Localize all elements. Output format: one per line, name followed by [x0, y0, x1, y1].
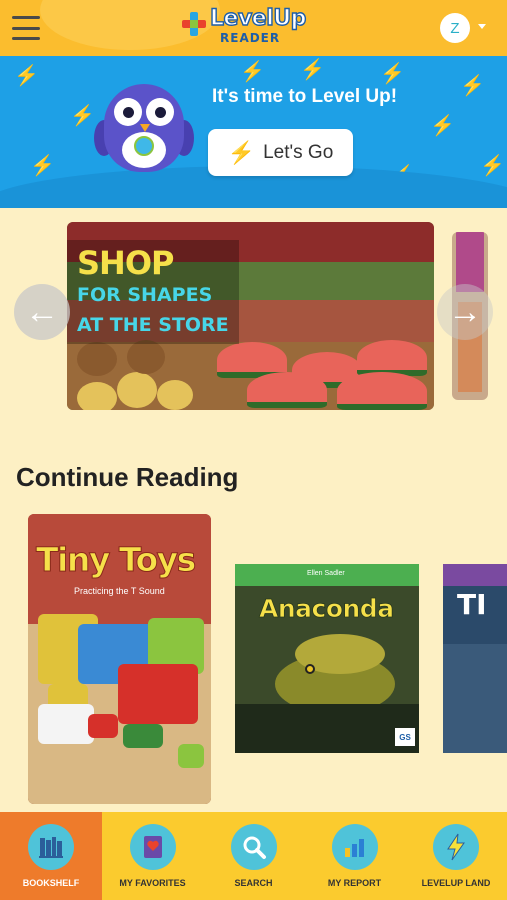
book-author: Ellen Sadler — [307, 570, 345, 577]
carousel-prev-arrow-icon[interactable]: ← — [14, 284, 70, 340]
bookshelf-icon — [28, 824, 74, 870]
globe-icon — [134, 136, 154, 156]
nav-label: LEVELUP LAND — [421, 878, 491, 888]
lightning-icon: ⚡ — [227, 139, 256, 165]
nav-label: MY FAVORITES — [119, 878, 186, 888]
carousel-next-arrow-icon[interactable]: → — [437, 284, 493, 340]
publisher-badge: GS — [395, 728, 415, 746]
lightning-icon — [433, 824, 479, 870]
featured-books-carousel: SHOP FOR SHAPES AT THE STORE ← → — [0, 222, 507, 412]
carousel-slide-shop-for-shapes[interactable]: SHOP FOR SHAPES AT THE STORE — [67, 222, 434, 410]
bolt-decoration-icon: ⚡ — [430, 115, 455, 137]
banner-headline: It's time to Level Up! — [212, 86, 398, 107]
bolt-decoration-icon: ⚡ — [460, 75, 485, 97]
owl-mascot — [94, 80, 194, 180]
nav-item-search[interactable]: SEARCH — [203, 812, 304, 900]
slide-title-line3: AT THE STORE — [77, 314, 229, 336]
nav-item-my-report[interactable]: MY REPORT — [304, 812, 405, 900]
nav-label: BOOKSHELF — [22, 878, 80, 888]
slide-title-line1: SHOP — [77, 244, 174, 282]
bolt-decoration-icon: ⚡ — [14, 65, 39, 87]
bolt-decoration-icon: ⚡ — [380, 63, 405, 85]
nav-label: SEARCH — [234, 878, 273, 888]
book-subtitle: Practicing the T Sound — [74, 586, 165, 596]
lets-go-button[interactable]: ⚡ Let's Go — [208, 129, 353, 176]
continue-reading-heading: Continue Reading — [16, 462, 239, 492]
user-avatar[interactable]: Z — [440, 13, 470, 43]
heart-book-icon — [129, 824, 176, 870]
logo-text-levelup: LevelUp — [209, 5, 307, 31]
bolt-decoration-icon: ⚡ — [240, 61, 265, 83]
search-icon — [230, 824, 277, 870]
book-title: Tiny Toys — [36, 540, 197, 580]
logo-plus-icon — [182, 12, 206, 36]
book-title: TI — [457, 588, 487, 621]
book-cover-tiny-toys[interactable]: Tiny Toys Practicing the T Sound — [28, 514, 211, 804]
slide-title-line2: FOR SHAPES — [77, 284, 213, 306]
bolt-decoration-icon: ⚡ — [300, 59, 325, 81]
levelup-reader-logo: LevelUp READER — [182, 5, 322, 50]
nav-label: MY REPORT — [327, 878, 382, 888]
book-title: Anaconda — [259, 594, 395, 624]
book-cover-partial[interactable]: TI — [443, 564, 507, 753]
bottom-navigation: BOOKSHELF MY FAVORITES SEARCH MY REPORT … — [0, 812, 507, 900]
level-up-banner: ⚡ ⚡ ⚡ ⚡ ⚡ ⚡ ⚡ ⚡ ⚡ ⚡ It's time to Level U… — [0, 56, 507, 208]
nav-item-levelup-land[interactable]: LEVELUP LAND — [405, 812, 507, 900]
bolt-decoration-icon: ⚡ — [30, 155, 55, 177]
hamburger-menu-icon[interactable] — [12, 16, 40, 40]
book-cover-anaconda[interactable]: Ellen Sadler Anaconda GS — [235, 564, 419, 753]
nav-item-my-favorites[interactable]: MY FAVORITES — [102, 812, 203, 900]
chevron-down-icon[interactable] — [478, 24, 486, 29]
lets-go-label: Let's Go — [263, 141, 334, 163]
logo-text-reader: READER — [220, 31, 281, 45]
nav-item-bookshelf[interactable]: BOOKSHELF — [0, 812, 102, 900]
bolt-decoration-icon: ⚡ — [480, 155, 505, 177]
bolt-decoration-icon: ⚡ — [70, 105, 95, 127]
bar-chart-icon — [331, 824, 378, 870]
app-header: LevelUp READER Z — [0, 0, 507, 56]
